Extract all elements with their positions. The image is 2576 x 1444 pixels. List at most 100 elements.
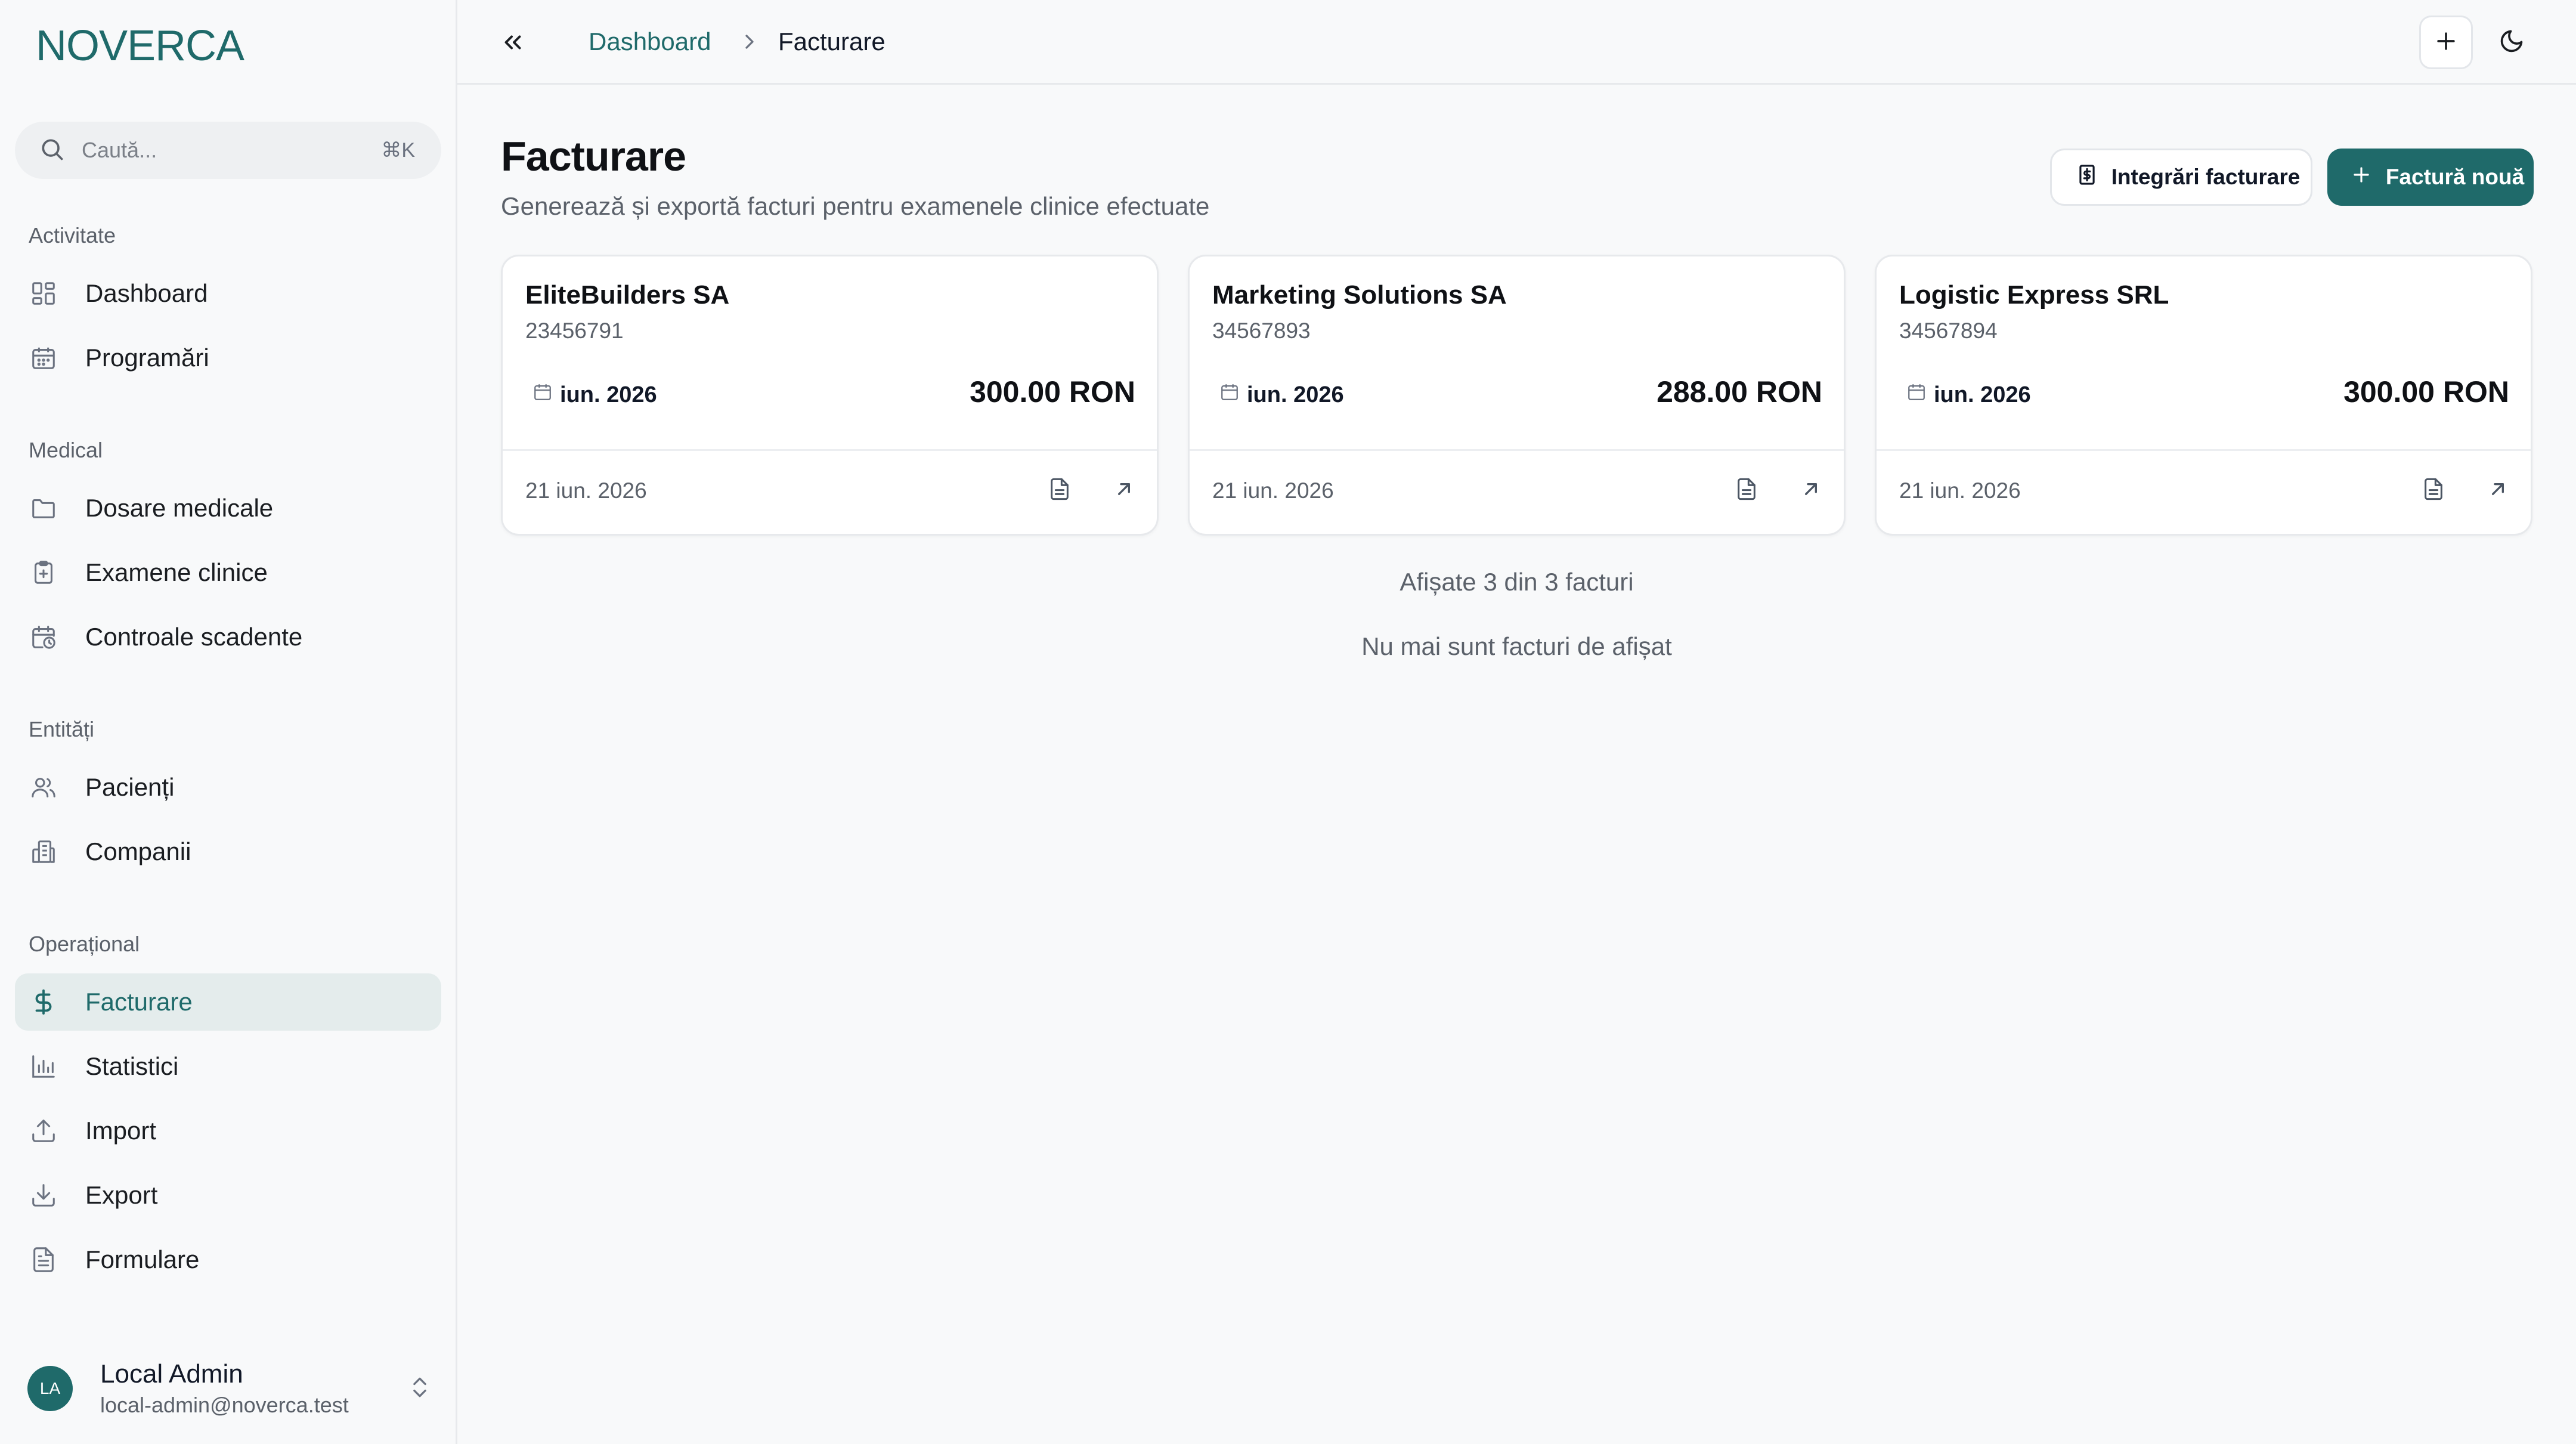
upload-icon	[29, 1117, 58, 1145]
calendar-clock-icon	[29, 623, 58, 651]
plus-icon	[2433, 28, 2459, 57]
card-divider	[1877, 449, 2531, 451]
card-divider	[1190, 449, 1844, 451]
search-placeholder: Caută...	[82, 138, 157, 162]
sidebar-item-facturare[interactable]: Facturare	[15, 973, 441, 1031]
sidebar-item-label: Facturare	[85, 988, 193, 1016]
invoice-period: iun. 2026	[1247, 382, 1344, 407]
sidebar: NOVERCA Caută... ⌘K Activitate Dashboard…	[0, 0, 457, 1444]
chevrons-up-down-icon	[407, 1374, 433, 1403]
receipt-icon	[2076, 163, 2098, 191]
invoice-company: Marketing Solutions SA	[1212, 280, 1507, 310]
app-logo[interactable]: NOVERCA	[36, 21, 244, 70]
open-invoice-button[interactable]	[2480, 472, 2516, 508]
sidebar-item-controale-scadente[interactable]: Controale scadente	[15, 608, 441, 666]
avatar: LA	[27, 1366, 73, 1411]
breadcrumb-current: Facturare	[778, 27, 886, 55]
search-shortcut: ⌘K	[381, 139, 415, 162]
search-icon	[39, 136, 65, 165]
clipboard-plus-icon	[29, 558, 58, 587]
invoice-company: EliteBuilders SA	[525, 280, 730, 310]
invoice-period: iun. 2026	[1934, 382, 2031, 407]
new-invoice-label: Factură nouă	[2385, 165, 2525, 189]
arrow-up-right-icon	[1112, 477, 1136, 504]
sidebar-item-label: Formulare	[85, 1245, 200, 1273]
calendar-icon	[1219, 382, 1240, 408]
topbar: Dashboard Facturare	[457, 0, 2576, 85]
calendar-icon	[1906, 382, 1927, 408]
invoice-period: iun. 2026	[560, 382, 657, 407]
users-icon	[29, 773, 58, 802]
results-count: Afișate 3 din 3 facturi	[1400, 568, 1634, 596]
search-input[interactable]: Caută... ⌘K	[15, 122, 441, 179]
card-divider	[503, 449, 1157, 451]
invoice-card[interactable]: Logistic Express SRL 34567894 iun. 2026 …	[1875, 255, 2532, 536]
sidebar-item-dashboard[interactable]: Dashboard	[15, 265, 441, 322]
sidebar-item-statistici[interactable]: Statistici	[15, 1038, 441, 1095]
invoice-card[interactable]: Marketing Solutions SA 34567893 iun. 202…	[1188, 255, 1846, 536]
app-root: NOVERCA Caută... ⌘K Activitate Dashboard…	[0, 0, 2576, 1444]
new-invoice-button[interactable]: Factură nouă	[2327, 149, 2534, 206]
user-name: Local Admin	[100, 1359, 243, 1389]
billing-integrations-label: Integrări facturare	[2111, 165, 2301, 189]
sidebar-item-label: Import	[85, 1117, 157, 1145]
sidebar-item-label: Statistici	[85, 1052, 179, 1080]
invoice-company-code: 34567894	[1899, 319, 1998, 343]
section-label-entitati: Entități	[29, 717, 95, 741]
sidebar-item-label: Pacienți	[85, 773, 175, 801]
sidebar-item-pacienti[interactable]: Pacienți	[15, 759, 441, 816]
plus-icon	[2350, 163, 2373, 191]
page-subtitle: Generează și exportă facturi pentru exam…	[501, 192, 1210, 220]
invoice-company-code: 23456791	[525, 319, 624, 343]
sidebar-item-label: Programări	[85, 344, 209, 372]
section-label-activitate: Activitate	[29, 223, 116, 248]
building-icon	[29, 837, 58, 866]
view-document-button[interactable]	[1042, 472, 1078, 508]
quick-add-button[interactable]	[2419, 16, 2473, 69]
invoice-date: 21 iun. 2026	[1899, 478, 2021, 503]
file-text-icon	[2422, 477, 2445, 504]
file-text-icon	[29, 1245, 58, 1274]
sidebar-item-label: Export	[85, 1181, 158, 1209]
sidebar-item-label: Examene clinice	[85, 558, 268, 586]
arrow-up-right-icon	[1799, 477, 1823, 504]
sidebar-item-formulare[interactable]: Formulare	[15, 1231, 441, 1288]
folder-icon	[29, 494, 58, 522]
theme-toggle-button[interactable]	[2485, 16, 2538, 69]
sidebar-item-label: Controale scadente	[85, 623, 303, 651]
sidebar-item-label: Dosare medicale	[85, 494, 274, 522]
sidebar-item-programari[interactable]: Programări	[15, 329, 441, 386]
collapse-sidebar-icon[interactable]	[499, 29, 527, 56]
sidebar-item-export[interactable]: Export	[15, 1167, 441, 1224]
view-document-button[interactable]	[1729, 472, 1764, 508]
sidebar-item-companii[interactable]: Companii	[15, 823, 441, 880]
calendar-icon	[29, 344, 58, 372]
section-label-medical: Medical	[29, 438, 103, 462]
view-document-button[interactable]	[2416, 472, 2451, 508]
dashboard-icon	[29, 279, 58, 308]
sidebar-item-label: Companii	[85, 837, 191, 865]
billing-integrations-button[interactable]: Integrări facturare	[2050, 149, 2312, 206]
invoice-company: Logistic Express SRL	[1899, 280, 2169, 310]
open-invoice-button[interactable]	[1106, 472, 1142, 508]
open-invoice-button[interactable]	[1793, 472, 1829, 508]
invoice-date: 21 iun. 2026	[525, 478, 647, 503]
section-label-operational: Operațional	[29, 932, 140, 956]
invoice-card[interactable]: EliteBuilders SA 23456791 iun. 2026 300.…	[501, 255, 1159, 536]
end-of-list-message: Nu mai sunt facturi de afișat	[1361, 632, 1672, 660]
user-email: local-admin@noverca.test	[100, 1393, 349, 1417]
sidebar-item-examene-clinice[interactable]: Examene clinice	[15, 544, 441, 601]
sidebar-item-import[interactable]: Import	[15, 1102, 441, 1159]
download-icon	[29, 1181, 58, 1210]
page-title: Facturare	[501, 133, 686, 180]
file-text-icon	[1735, 477, 1758, 504]
dollar-icon	[29, 988, 58, 1016]
file-text-icon	[1048, 477, 1072, 504]
arrow-up-right-icon	[2486, 477, 2510, 504]
breadcrumb-home[interactable]: Dashboard	[589, 27, 711, 56]
sidebar-item-dosare-medicale[interactable]: Dosare medicale	[15, 480, 441, 537]
bar-chart-icon	[29, 1052, 58, 1081]
calendar-icon	[532, 382, 553, 408]
user-menu[interactable]: LA Local Admin local-admin@noverca.test	[27, 1353, 433, 1424]
invoice-amount: 300.00 RON	[2343, 375, 2509, 409]
